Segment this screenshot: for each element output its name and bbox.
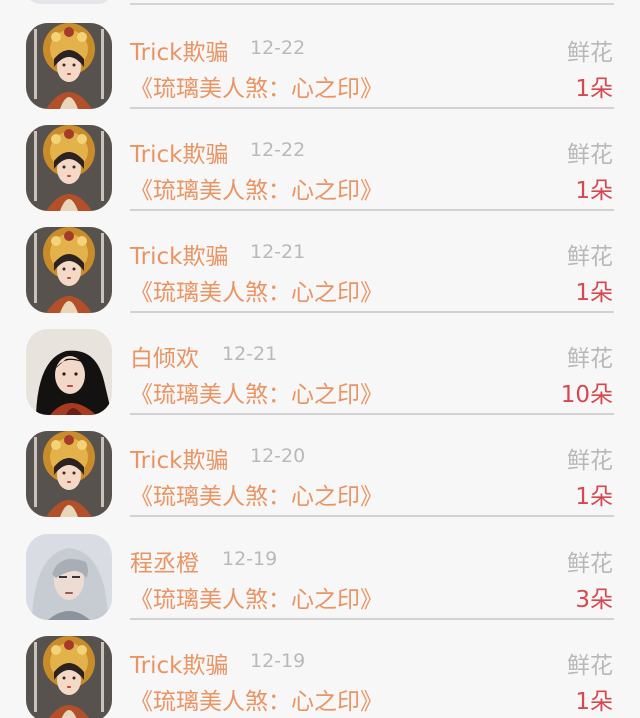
gift-date: 12-21 — [222, 343, 278, 365]
gift-date: 12-19 — [222, 548, 278, 570]
book-title[interactable]: 《琉璃美人煞：心之印》 — [130, 69, 383, 103]
sender-name[interactable]: Trick欺骗 — [130, 646, 228, 680]
gift-type: 鲜花 — [567, 551, 613, 577]
gift-type: 鲜花 — [567, 40, 613, 66]
divider — [130, 515, 614, 517]
book-title[interactable]: 《琉璃美人煞：心之印》 — [130, 171, 383, 205]
gift-record-item[interactable]: Trick欺骗 12-22 鲜花 《琉璃美人煞：心之印》 1朵 — [0, 23, 640, 126]
gift-type: 鲜花 — [567, 346, 613, 372]
book-title[interactable]: 《琉璃美人煞：心之印》 — [130, 580, 383, 614]
divider — [130, 413, 614, 415]
avatar — [26, 0, 112, 4]
gift-type: 鲜花 — [567, 244, 613, 270]
gift-count: 1朵 — [575, 178, 613, 204]
sender-name[interactable]: Trick欺骗 — [130, 135, 228, 169]
previous-row-stub — [0, 0, 640, 8]
sender-name[interactable]: Trick欺骗 — [130, 237, 228, 271]
gift-type: 鲜花 — [567, 142, 613, 168]
ornate-headdress-avatar[interactable] — [26, 125, 112, 211]
gift-record-item[interactable]: Trick欺骗 12-22 鲜花 《琉璃美人煞：心之印》 1朵 — [0, 125, 640, 228]
sender-name[interactable]: 程丞橙 — [130, 544, 199, 578]
gift-type: 鲜花 — [567, 653, 613, 679]
sender-name[interactable]: 白倾欢 — [130, 339, 199, 373]
gift-count: 1朵 — [575, 76, 613, 102]
gift-date: 12-20 — [250, 445, 306, 467]
gift-date: 12-21 — [250, 241, 306, 263]
gift-count: 3朵 — [575, 587, 613, 613]
gift-record-item[interactable]: 程丞橙 12-19 鲜花 《琉璃美人煞：心之印》 3朵 — [0, 534, 640, 637]
gift-count: 1朵 — [575, 484, 613, 510]
book-title[interactable]: 《琉璃美人煞：心之印》 — [130, 273, 383, 307]
ornate-headdress-avatar[interactable] — [26, 227, 112, 313]
silver-hair-portrait-avatar[interactable] — [26, 534, 112, 620]
gift-date: 12-19 — [250, 650, 306, 672]
gift-record-item[interactable]: Trick欺骗 12-20 鲜花 《琉璃美人煞：心之印》 1朵 — [0, 431, 640, 534]
gift-count: 1朵 — [575, 280, 613, 306]
gift-record-item[interactable]: 白倾欢 12-21 鲜花 《琉璃美人煞：心之印》 10朵 — [0, 329, 640, 432]
dark-hair-portrait-avatar[interactable] — [26, 329, 112, 415]
divider — [130, 107, 614, 109]
book-title[interactable]: 《琉璃美人煞：心之印》 — [130, 477, 383, 511]
gift-date: 12-22 — [250, 139, 306, 161]
divider — [130, 311, 614, 313]
divider — [130, 618, 614, 620]
gift-type: 鲜花 — [567, 448, 613, 474]
gift-record-item[interactable]: Trick欺骗 12-21 鲜花 《琉璃美人煞：心之印》 1朵 — [0, 227, 640, 330]
divider — [130, 209, 614, 211]
gift-count: 10朵 — [560, 382, 613, 408]
book-title[interactable]: 《琉璃美人煞：心之印》 — [130, 682, 383, 716]
divider — [130, 3, 614, 5]
gift-record-item[interactable]: Trick欺骗 12-19 鲜花 《琉璃美人煞：心之印》 1朵 — [0, 636, 640, 718]
ornate-headdress-avatar[interactable] — [26, 636, 112, 718]
ornate-headdress-avatar[interactable] — [26, 23, 112, 109]
gift-record-list: Trick欺骗 12-22 鲜花 《琉璃美人煞：心之印》 1朵 Trick欺骗 … — [0, 0, 640, 718]
gift-count: 1朵 — [575, 689, 613, 715]
sender-name[interactable]: Trick欺骗 — [130, 441, 228, 475]
ornate-headdress-avatar[interactable] — [26, 431, 112, 517]
book-title[interactable]: 《琉璃美人煞：心之印》 — [130, 375, 383, 409]
sender-name[interactable]: Trick欺骗 — [130, 33, 228, 67]
gift-date: 12-22 — [250, 37, 306, 59]
